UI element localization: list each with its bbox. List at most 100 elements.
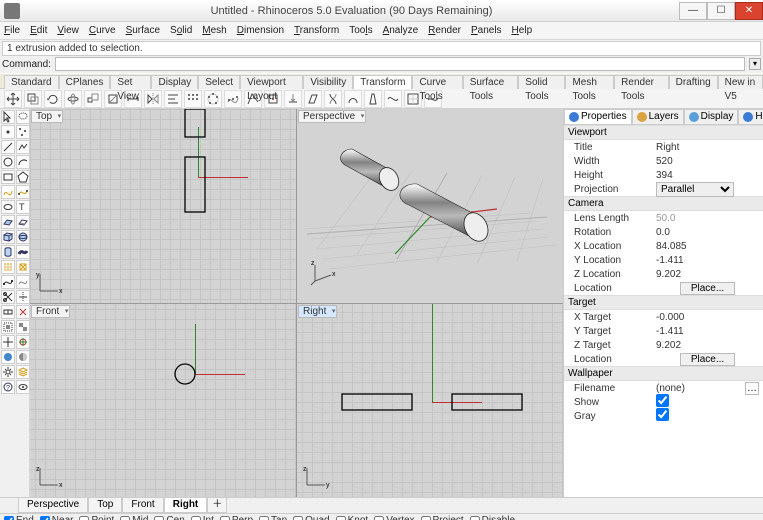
menu-dimension[interactable]: Dimension — [237, 22, 284, 39]
prop-tgtz-value[interactable]: 9.202 — [656, 340, 759, 351]
rotate-icon[interactable] — [44, 90, 62, 108]
move-icon[interactable] — [4, 90, 22, 108]
gumball-icon[interactable] — [16, 335, 30, 349]
array-crv-icon[interactable] — [224, 90, 242, 108]
vtab-front[interactable]: Front — [122, 498, 163, 513]
mirror-icon[interactable] — [144, 90, 162, 108]
viewport-top-label[interactable]: Top — [31, 110, 63, 123]
tab-curvetools[interactable]: Curve Tools — [412, 75, 462, 89]
align-icon[interactable] — [164, 90, 182, 108]
close-button[interactable]: ✕ — [735, 2, 763, 20]
copy-icon[interactable] — [24, 90, 42, 108]
line-icon[interactable] — [1, 140, 15, 154]
menu-edit[interactable]: Edit — [30, 22, 47, 39]
polyline-icon[interactable] — [16, 140, 30, 154]
array-rect-icon[interactable] — [184, 90, 202, 108]
osnap-point[interactable]: Point — [79, 515, 114, 520]
tab-select[interactable]: Select — [198, 75, 240, 89]
rotate3d-icon[interactable] — [64, 90, 82, 108]
viewport-front-label[interactable]: Front — [31, 305, 70, 318]
bend-icon[interactable] — [344, 90, 362, 108]
options-icon[interactable] — [1, 365, 15, 379]
tab-viewportlayout[interactable]: Viewport Layout — [240, 75, 303, 89]
tab-display[interactable]: Display — [151, 75, 198, 89]
history-scroll-down[interactable]: ▾ — [749, 58, 761, 70]
edit-pt-icon[interactable] — [1, 275, 15, 289]
command-input[interactable] — [55, 57, 745, 71]
tab-solidtools[interactable]: Solid Tools — [518, 75, 565, 89]
prop-height-value[interactable]: 394 — [656, 170, 759, 181]
osnap-tan[interactable]: Tan — [259, 515, 287, 520]
vtab-perspective[interactable]: Perspective — [18, 498, 88, 513]
tab-surfacetools[interactable]: Surface Tools — [463, 75, 519, 89]
points-icon[interactable] — [16, 125, 30, 139]
project-icon[interactable] — [284, 90, 302, 108]
osnap-knot[interactable]: Knot — [336, 515, 369, 520]
vtab-add[interactable]: ＋ — [207, 498, 227, 513]
menu-help[interactable]: Help — [512, 22, 533, 39]
rectangle-icon[interactable] — [1, 170, 15, 184]
osnap-cen[interactable]: Cen — [154, 515, 184, 520]
polygon-icon[interactable] — [16, 170, 30, 184]
vtab-right[interactable]: Right — [164, 498, 208, 513]
explode-icon[interactable] — [16, 305, 30, 319]
osnap-quad[interactable]: Quad — [293, 515, 329, 520]
viewport-perspective[interactable]: Perspective zx — [297, 109, 563, 303]
surface-pt-icon[interactable] — [1, 215, 15, 229]
prop-camz-value[interactable]: 9.202 — [656, 269, 759, 280]
mesh-icon[interactable] — [1, 260, 15, 274]
tab-transform[interactable]: Transform — [353, 75, 412, 89]
flow-icon[interactable] — [384, 90, 402, 108]
curve-icon[interactable] — [1, 185, 15, 199]
tab-standard[interactable]: Standard — [4, 75, 59, 89]
menu-solid[interactable]: Solid — [170, 22, 192, 39]
taper-icon[interactable] — [364, 90, 382, 108]
osnap-project[interactable]: Project — [421, 515, 464, 520]
hide-icon[interactable] — [16, 380, 30, 394]
prop-camx-value[interactable]: 84.085 — [656, 241, 759, 252]
menu-tools[interactable]: Tools — [349, 22, 372, 39]
tab-newinv5[interactable]: New in V5 — [718, 75, 763, 89]
lasso-icon[interactable] — [16, 110, 30, 124]
text-icon[interactable]: T — [16, 200, 30, 214]
prop-camy-value[interactable]: -1.411 — [656, 255, 759, 266]
pointer-icon[interactable] — [1, 110, 15, 124]
menu-curve[interactable]: Curve — [89, 22, 116, 39]
osnap-int[interactable]: Int — [191, 515, 214, 520]
menu-file[interactable]: File — [4, 22, 20, 39]
target-place-button[interactable]: Place... — [680, 353, 735, 366]
pipe-icon[interactable] — [16, 245, 30, 259]
join-icon[interactable] — [1, 305, 15, 319]
split-icon[interactable] — [16, 290, 30, 304]
shade-icon[interactable] — [16, 350, 30, 364]
osnap-disable[interactable]: Disable — [470, 515, 515, 520]
layers-icon[interactable] — [16, 365, 30, 379]
prop-width-value[interactable]: 520 — [656, 156, 759, 167]
osnap-near[interactable]: Near — [40, 515, 74, 520]
prop-tgtx-value[interactable]: -0.000 — [656, 312, 759, 323]
cylinder-icon[interactable] — [1, 245, 15, 259]
mesh-prim-icon[interactable] — [16, 260, 30, 274]
viewport-top[interactable]: Top xy — [30, 109, 296, 303]
trim-icon[interactable] — [1, 290, 15, 304]
panel-tab-help[interactable]: Help — [738, 109, 763, 124]
sphere-icon[interactable] — [16, 230, 30, 244]
tab-drafting[interactable]: Drafting — [669, 75, 718, 89]
prop-projection-select[interactable]: Parallel — [656, 182, 734, 197]
move2-icon[interactable] — [1, 335, 15, 349]
osnap-vertex[interactable]: Vertex — [374, 515, 414, 520]
tab-meshtools[interactable]: Mesh Tools — [565, 75, 614, 89]
viewport-perspective-label[interactable]: Perspective — [298, 110, 366, 123]
prop-wpfile-value[interactable]: (none) — [656, 383, 745, 394]
tab-cplanes[interactable]: CPlanes — [59, 75, 111, 89]
wallpaper-gray-checkbox[interactable] — [656, 408, 669, 421]
osnap-perp[interactable]: Perp — [220, 515, 253, 520]
viewport-right-label[interactable]: Right — [298, 305, 337, 318]
panel-tab-properties[interactable]: Properties — [564, 109, 632, 124]
vtab-top[interactable]: Top — [88, 498, 122, 513]
edit-pt-off-icon[interactable] — [16, 275, 30, 289]
menu-surface[interactable]: Surface — [126, 22, 160, 39]
tab-rendertools[interactable]: Render Tools — [614, 75, 668, 89]
prop-title-value[interactable]: Right — [656, 142, 759, 153]
viewport-right[interactable]: Right yz — [297, 304, 563, 498]
